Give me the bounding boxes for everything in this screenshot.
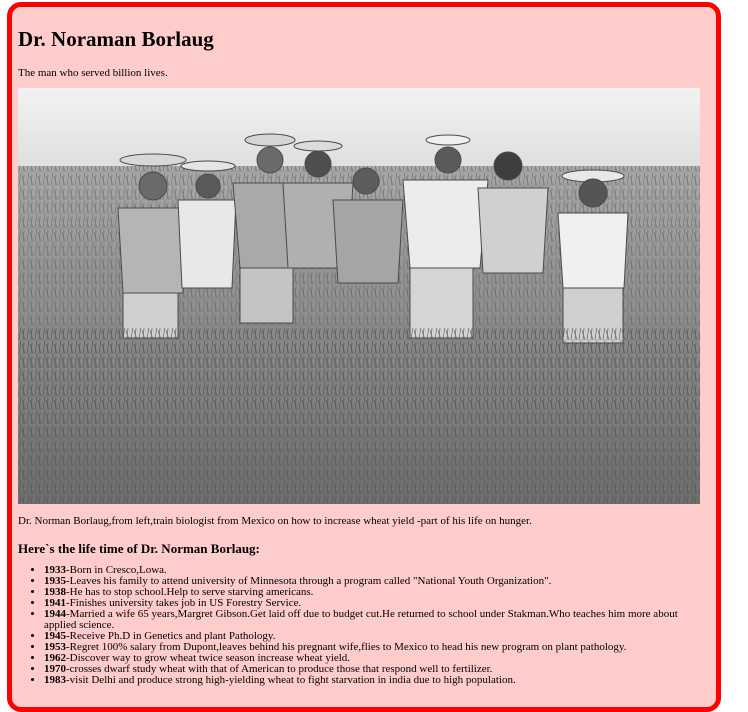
timeline-item: 1944-Married a wife 65 years,Margret Gib…	[44, 609, 704, 631]
timeline-list: 1933-Born in Cresco,Lowa. 1935-Leaves hi…	[18, 565, 704, 686]
page-subtitle: The man who served billion lives.	[18, 67, 168, 79]
timeline-text: -visit Delhi and produce strong high-yie…	[66, 674, 516, 686]
section-heading: Here`s the life time of Dr. Norman Borla…	[18, 541, 260, 556]
borlaug-field-photo	[18, 88, 700, 504]
photo-caption: Dr. Norman Borlaug,from left,train biolo…	[18, 515, 532, 527]
timeline-text: -Married a wife 65 years,Margret Gibson.…	[44, 608, 678, 631]
timeline-item: 1983-visit Delhi and produce strong high…	[44, 675, 704, 686]
content-card: Dr. Noraman Borlaug The man who served b…	[7, 2, 721, 712]
timeline-year: 1983	[44, 674, 66, 686]
page-title: Dr. Noraman Borlaug	[18, 27, 214, 51]
